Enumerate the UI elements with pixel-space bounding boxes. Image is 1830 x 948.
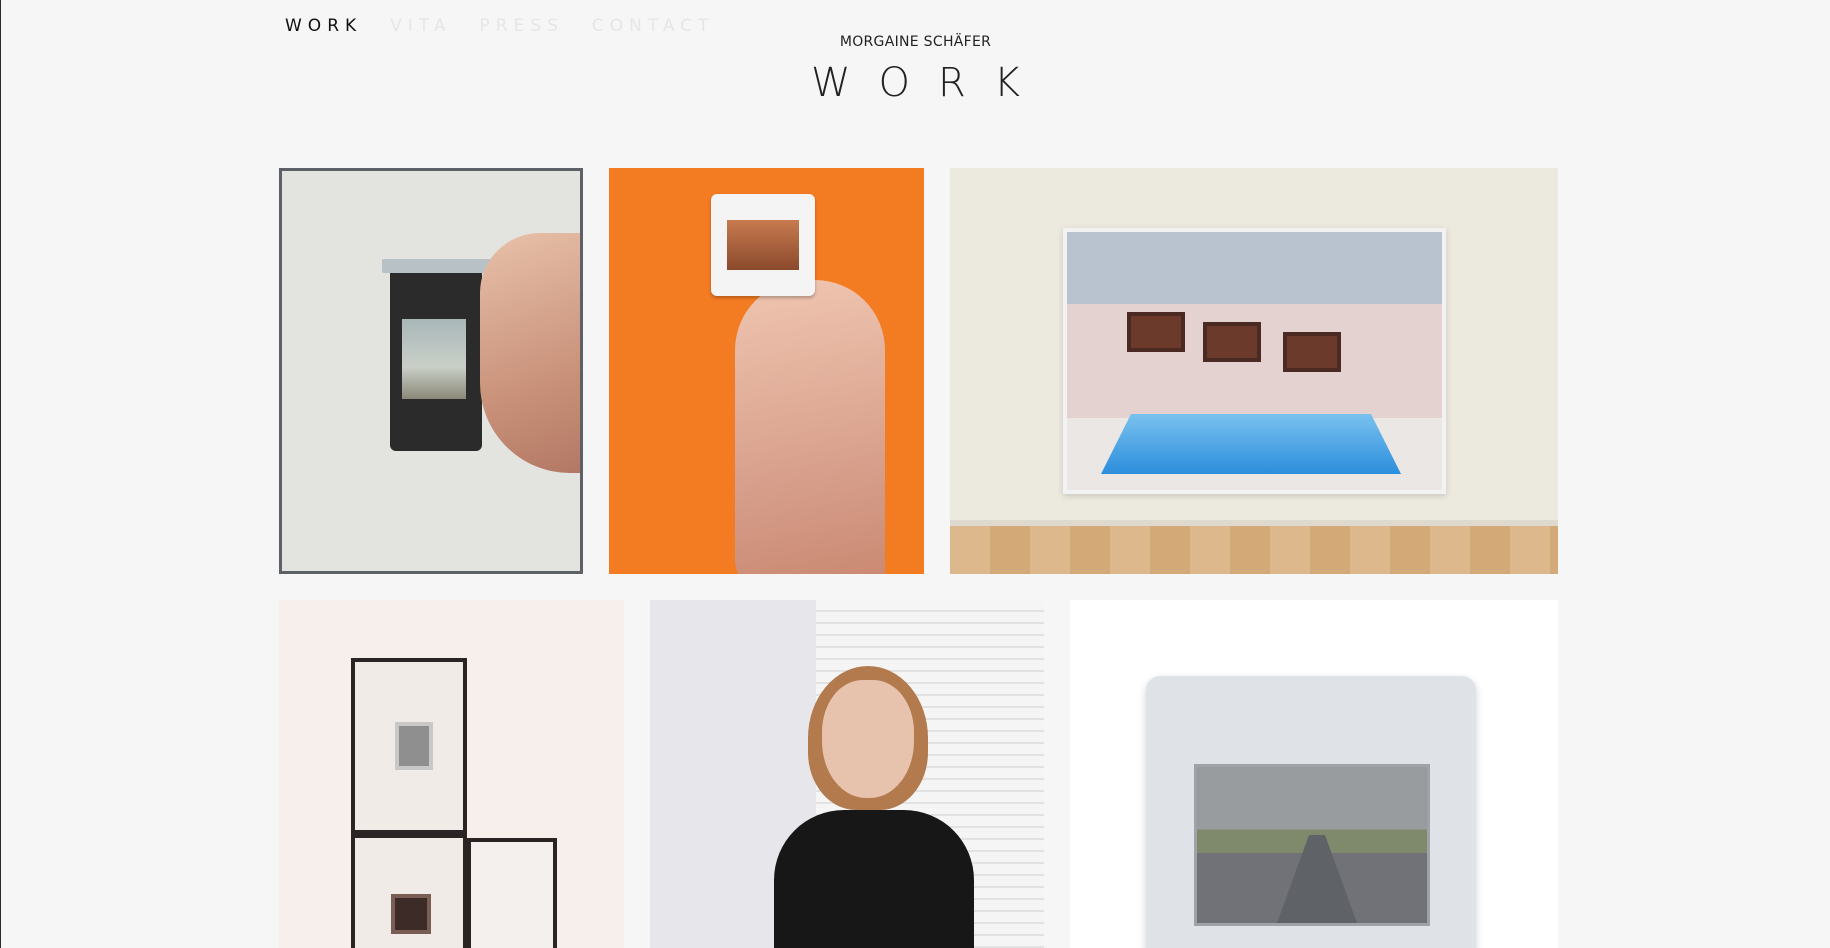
pool-room — [1067, 232, 1442, 490]
slide-image — [1194, 764, 1430, 926]
hand — [480, 233, 580, 473]
slide — [391, 894, 431, 934]
black-sweater — [774, 810, 974, 948]
framed-photograph — [1063, 228, 1446, 494]
slide-frame — [1146, 676, 1476, 948]
gallery-tile-portrait[interactable] — [650, 600, 1044, 948]
wall-picture — [1203, 322, 1261, 362]
road — [1277, 835, 1357, 923]
slide-edge — [382, 259, 492, 273]
nav-item-vita[interactable]: VITA — [390, 16, 451, 36]
artist-name[interactable]: MORGAINE SCHÄFER — [1, 34, 1830, 50]
slide-image — [402, 319, 466, 399]
main-nav: WORK VITA PRESS CONTACT — [285, 16, 743, 36]
face — [822, 680, 914, 798]
wall-picture — [1283, 332, 1341, 372]
gallery-tile-orange-slide[interactable] — [609, 168, 924, 574]
pool — [1101, 414, 1401, 474]
gallery-tile-pool-photo[interactable] — [950, 168, 1558, 574]
hand — [735, 280, 885, 574]
gallery-tile-highway-slide[interactable] — [1070, 600, 1558, 948]
page-title: WORK — [810, 60, 1049, 106]
nav-item-work[interactable]: WORK — [285, 16, 362, 36]
slide-image — [727, 220, 799, 270]
nav-item-press[interactable]: PRESS — [480, 16, 564, 36]
picture-frame — [351, 834, 467, 948]
picture-frame — [467, 838, 557, 948]
nav-item-contact[interactable]: CONTACT — [592, 16, 715, 36]
slide-frame — [711, 194, 815, 296]
slide — [395, 722, 433, 770]
wood-floor — [950, 526, 1558, 574]
gallery-tile-framed-slides[interactable] — [279, 600, 624, 948]
picture-frame — [351, 658, 467, 834]
wall-picture — [1127, 312, 1185, 352]
gallery-tile-slide-wall[interactable] — [279, 168, 583, 574]
